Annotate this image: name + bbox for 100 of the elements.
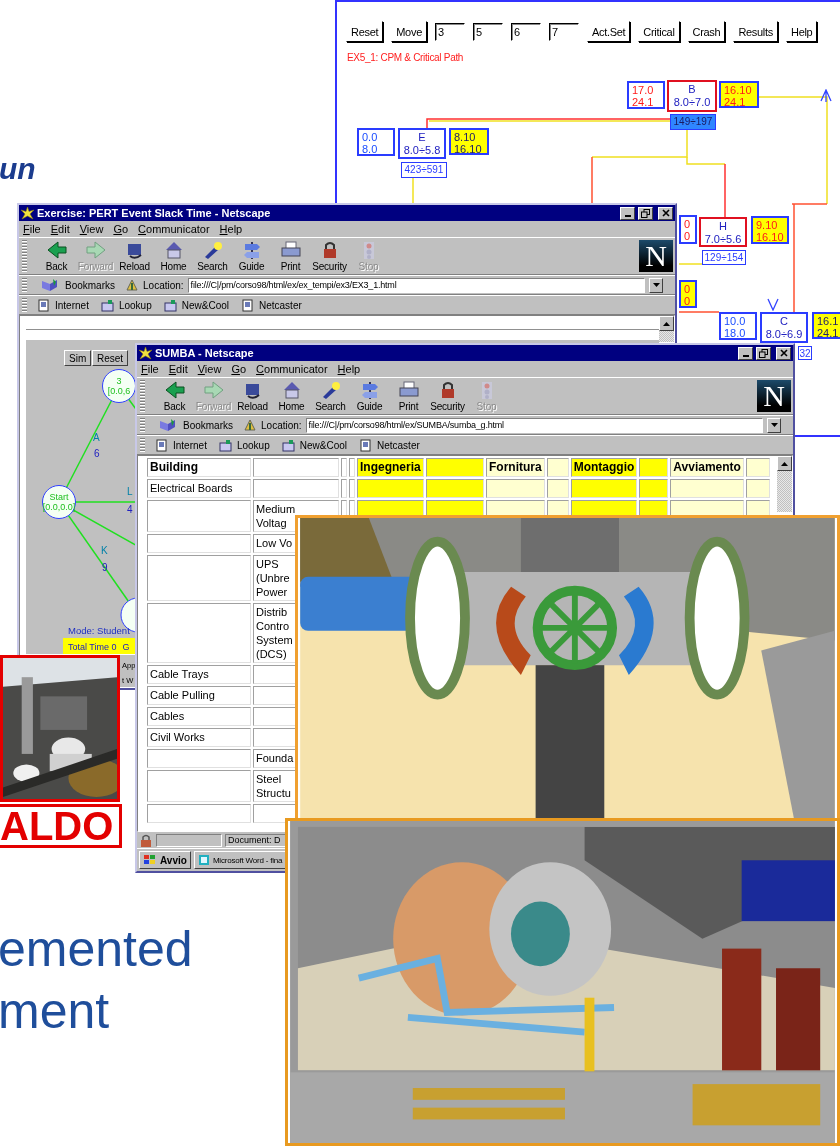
scroll-up-button[interactable] <box>659 316 674 331</box>
caret-icon <box>652 283 660 287</box>
time-value: 9.10 <box>756 219 779 231</box>
activity-duration: 8.0÷5.8 <box>403 144 441 157</box>
time-value: 0 <box>684 295 692 306</box>
menu-item[interactable]: Edit <box>168 363 188 375</box>
menu-item[interactable]: Edit <box>50 223 70 235</box>
toolbar-button[interactable]: Reload <box>233 380 272 412</box>
bookmark-link[interactable]: Netcaster <box>259 299 302 311</box>
time-value: 24.1 <box>817 327 839 337</box>
toolbar-button[interactable]: Home <box>154 240 193 272</box>
menu-item[interactable]: View <box>79 223 104 235</box>
bookmark-link[interactable]: Lookup <box>118 299 152 311</box>
toolbar-grip[interactable] <box>22 278 27 292</box>
toolbar-button[interactable]: Print <box>389 380 428 412</box>
toolbar-button[interactable]: Reload <box>115 240 154 272</box>
range-label: 129÷154 <box>702 250 746 265</box>
dropdown-button[interactable] <box>767 417 781 433</box>
activity-name: B <box>688 83 696 96</box>
applet-button[interactable]: Reset <box>92 350 129 366</box>
bookmarks-button[interactable]: Bookmarks <box>183 419 233 431</box>
table-cell: Cable Pulling <box>147 686 251 705</box>
toolbar-button[interactable]: Search <box>311 380 350 412</box>
window-title: SUMBA - Netscape <box>155 347 254 359</box>
toolbar-grip[interactable] <box>140 418 145 432</box>
toolbar-button[interactable]: Security <box>428 380 467 412</box>
toolbar-button[interactable]: Back <box>155 380 194 412</box>
bookmark-link[interactable]: New&Cool <box>299 439 347 451</box>
time-value: 16.10 <box>724 84 753 96</box>
bookmark-link[interactable]: Lookup <box>236 439 270 451</box>
applet-button[interactable]: Reset <box>346 21 384 42</box>
applet-button[interactable]: Help <box>786 21 818 42</box>
applet-button[interactable]: Move <box>391 21 427 42</box>
column-header: Fornitura <box>486 458 545 477</box>
bookmark-link[interactable]: Internet <box>173 439 207 451</box>
restore-button[interactable] <box>638 206 653 220</box>
number-field[interactable]: 6 <box>510 22 541 41</box>
connector-line <box>412 177 414 206</box>
toolbar-button[interactable]: Guide <box>350 380 389 412</box>
dropdown-button[interactable] <box>649 277 663 293</box>
toolbar-button[interactable]: Home <box>272 380 311 412</box>
menu-item[interactable]: Help <box>219 223 243 235</box>
toolbar-grip[interactable] <box>140 380 145 412</box>
scrollbar[interactable] <box>659 316 674 342</box>
menu-item[interactable]: Go <box>113 223 129 235</box>
bookmarks-button[interactable]: Bookmarks <box>65 279 115 291</box>
toolbar-button[interactable]: Search <box>193 240 232 272</box>
table-cell <box>486 479 545 498</box>
toolbar-button[interactable]: Print <box>271 240 310 272</box>
time-value: 0.0 <box>362 131 379 143</box>
window-title: Exercise: PERT Event Slack Time - Netscape <box>37 207 271 219</box>
location-field[interactable]: file:///C|/pm/corso98/html/ex/ex_tempi/ex3/EX3_1.html <box>187 277 645 293</box>
toolbar-grip[interactable] <box>22 240 27 272</box>
minimize-button[interactable] <box>620 206 635 220</box>
toolbar-grip[interactable] <box>22 298 27 312</box>
close-icon <box>779 349 788 357</box>
edge-name: K <box>101 545 108 556</box>
taskbar-button[interactable]: Microsoft Word - fina <box>193 851 287 869</box>
applet-button[interactable]: Crash <box>687 21 726 42</box>
minimize-button[interactable] <box>738 346 753 360</box>
node-detail: [0.0,6 <box>107 386 131 396</box>
connector-line <box>678 311 720 313</box>
total-extra: G <box>122 642 130 652</box>
menu-item[interactable]: Communicator <box>138 223 210 235</box>
start-button[interactable]: Avvio <box>139 851 191 869</box>
node-detail: [0.0,0.0] <box>42 502 76 512</box>
toolbar-button[interactable]: Back <box>37 240 76 272</box>
number-field[interactable]: 3 <box>434 22 465 41</box>
bookmark-link[interactable]: New&Cool <box>181 299 229 311</box>
close-button[interactable] <box>776 346 791 360</box>
menu-item[interactable]: View <box>197 363 222 375</box>
menu-item[interactable]: Help <box>337 363 361 375</box>
scrollbar[interactable] <box>777 456 792 512</box>
document-icon <box>197 854 210 866</box>
time-value: 10.0 <box>724 315 747 327</box>
number-field[interactable]: 7 <box>548 22 579 41</box>
menu-item[interactable]: Communicator <box>256 363 328 375</box>
menu-item[interactable]: Go <box>231 363 247 375</box>
toolbar-grip[interactable] <box>140 438 145 452</box>
forward-arrow-icon <box>202 380 225 400</box>
bookmark-link[interactable]: Internet <box>55 299 89 311</box>
forward-arrow-icon <box>84 240 107 260</box>
location-field[interactable]: file:///C|/pm/corso98/html/ex/SUMBA/sumba_g.html <box>305 417 763 433</box>
bookmark-link[interactable]: Netcaster <box>377 439 420 451</box>
scroll-up-button[interactable] <box>777 456 792 471</box>
applet-button[interactable]: Act.Set <box>586 21 631 42</box>
restore-button[interactable] <box>756 346 771 360</box>
toolbar-button[interactable]: Security <box>310 240 349 272</box>
restore-icon <box>641 208 650 218</box>
table-cell <box>546 479 569 498</box>
menu-item[interactable]: File <box>23 223 41 235</box>
folder-icon <box>100 298 114 312</box>
toolbar-button[interactable]: Guide <box>232 240 271 272</box>
applet-button[interactable]: Sim <box>64 350 92 366</box>
applet-button[interactable]: Results <box>733 21 778 42</box>
menu-item[interactable]: File <box>141 363 159 375</box>
applet-button[interactable]: Critical <box>638 21 680 42</box>
close-button[interactable] <box>658 206 673 220</box>
number-field[interactable]: 5 <box>472 22 503 41</box>
column-header <box>341 458 347 477</box>
